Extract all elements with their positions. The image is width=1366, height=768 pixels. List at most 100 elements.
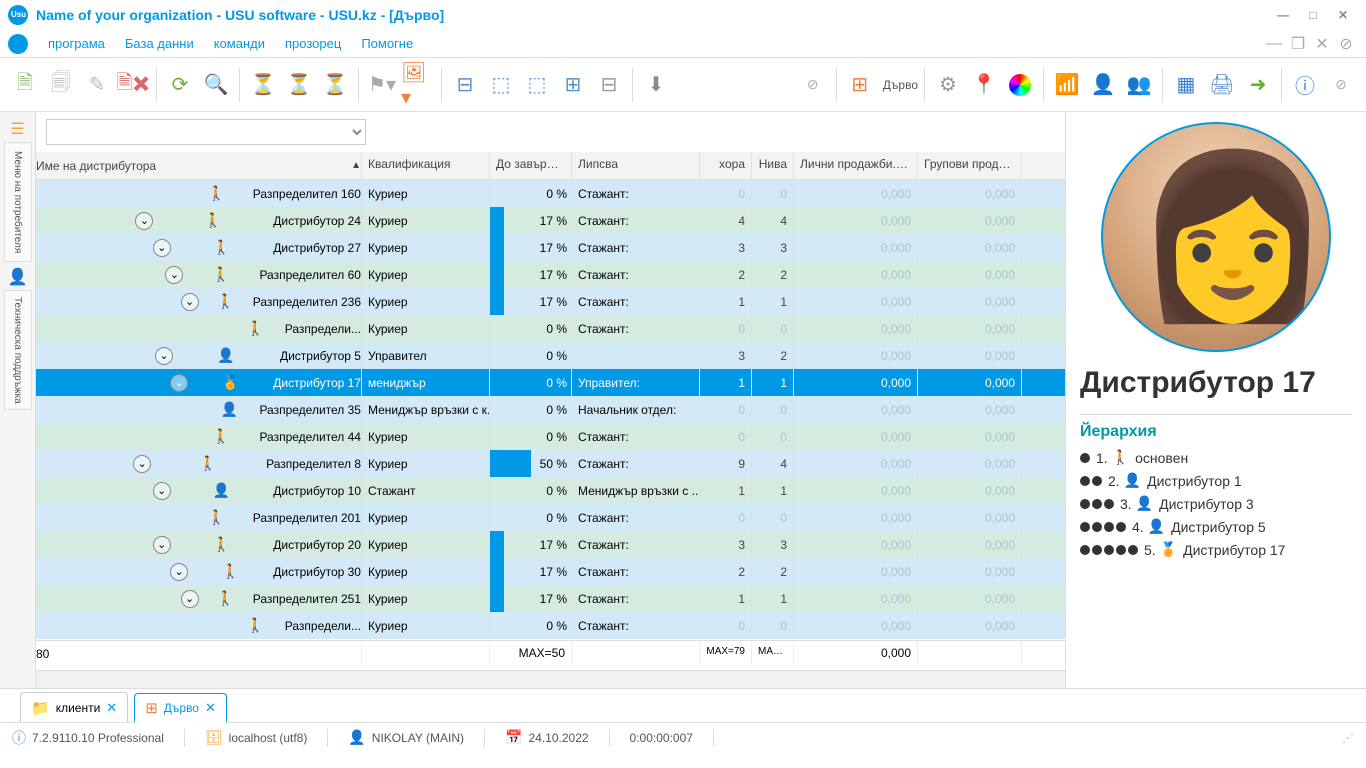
table-row[interactable]: ⌄🚶Разпределител 251Куриер17 %Стажант:110… [36,585,1065,612]
filter-icon[interactable]: ⏳ [246,66,280,104]
table-row[interactable]: ⌄🚶Разпределител 60Куриер17 %Стажант:220,… [36,261,1065,288]
status-grip-icon[interactable]: ⋰ [1342,731,1354,745]
row-missing: Стажант: [572,504,700,531]
menu-program[interactable]: програма [38,32,115,55]
side-menu-icon[interactable]: ☰ [7,118,29,140]
print-icon[interactable]: 🖨 [1205,66,1239,104]
col-distributor-name[interactable]: Име на дистрибутора▲ [36,152,362,179]
filter-dropdown[interactable] [46,119,366,145]
close-button[interactable]: ✕ [1328,5,1358,25]
table-row[interactable]: ⌄🚶Дистрибутор 27Куриер17 %Стажант:330,00… [36,234,1065,261]
table-row[interactable]: ⌄🚶Дистрибутор 24Куриер17 %Стажант:440,00… [36,207,1065,234]
side-tab-user-menu[interactable]: Меню на потребителя [4,142,32,262]
refresh-icon[interactable]: ⟳ [163,66,197,104]
table-row[interactable]: ⌄🚶Дистрибутор 30Куриер17 %Стажант:220,00… [36,558,1065,585]
mdi-close-button[interactable]: ✕ [1310,34,1334,54]
pin-icon[interactable]: ⊘ [796,66,830,104]
menu-commands[interactable]: команди [204,32,275,55]
expand-icon[interactable]: ⌄ [181,293,199,311]
mdi-overflow-button[interactable]: ⊘ [1334,34,1358,54]
ungroup-icon[interactable]: ⊟ [592,66,626,104]
table-row[interactable]: 👤Разпределител 35Мениджър връзки с к...0… [36,396,1065,423]
copy-doc-icon[interactable]: 🗐 [44,66,78,104]
flag-icon[interactable]: ⚑▾ [365,66,399,104]
table-row[interactable]: ⌄👤Дистрибутор 10Стажант0 %Мениджър връзк… [36,477,1065,504]
hierarchy-item[interactable]: 5.🏅Дистрибутор 17 [1080,541,1352,558]
expand-icon[interactable]: ⌄ [133,455,151,473]
hierarchy-item[interactable]: 1.🚶основен [1080,449,1352,466]
col-people[interactable]: хора [700,152,752,179]
table-row[interactable]: 🚶Разпредели...Куриер0 %Стажант:000,0000,… [36,315,1065,342]
table-row[interactable]: 🚶Разпределител 160Куриер0 %Стажант:000,0… [36,180,1065,207]
calendar-icon[interactable]: ▦ [1169,66,1203,104]
row-levels: 1 [752,369,794,396]
collapse-tree-icon[interactable]: ⬚ [520,66,554,104]
tab-tree-close[interactable]: ✕ [205,700,216,716]
calendar-status-icon: 📅 [505,729,522,746]
col-levels[interactable]: Нива [752,152,794,179]
location-icon[interactable]: 📍 [967,66,1001,104]
col-personal-sales[interactable]: Лични продажби. 1 м... [794,152,918,179]
expand-icon[interactable]: ⌄ [153,482,171,500]
row-people: 1 [700,288,752,315]
expand-tree-icon[interactable]: ⬚ [484,66,518,104]
export-icon[interactable]: ➜ [1241,66,1275,104]
table-row[interactable]: ⌄🚶Разпределител 236Куриер17 %Стажант:110… [36,288,1065,315]
expand-icon[interactable]: ⌄ [181,590,199,608]
table-row[interactable]: 🚶Разпределител 44Куриер0 %Стажант:000,00… [36,423,1065,450]
columns-icon[interactable]: ⊟ [448,66,482,104]
delete-doc-icon[interactable]: 🗎✖ [116,66,150,104]
col-group-sales[interactable]: Групови продажб... [918,152,1022,179]
filter-col-icon[interactable]: ⏳ [282,66,316,104]
new-doc-icon[interactable]: 🗎 [8,66,42,104]
import-icon[interactable]: ⬇ [639,66,673,104]
menu-database[interactable]: База данни [115,32,204,55]
info-icon[interactable]: ⓘ [1288,66,1322,104]
side-tab-support[interactable]: Техническа поддръжка [4,290,32,410]
gear-icon[interactable]: ⚙ [931,66,965,104]
table-row[interactable]: ⌄👤Дистрибутор 5Управител0 %320,0000,000 [36,342,1065,369]
h-scrollbar[interactable] [36,670,1065,688]
expand-icon[interactable]: ⌄ [135,212,153,230]
table-row[interactable]: ⌄🚶Дистрибутор 20Куриер17 %Стажант:330,00… [36,531,1065,558]
grid-body[interactable]: 🚶Разпределител 160Куриер0 %Стажант:000,0… [36,180,1065,640]
expand-icon[interactable]: ⌄ [170,563,188,581]
table-row[interactable]: ⌄🚶Разпределител 8Куриер50 %Стажант:940,0… [36,450,1065,477]
expand-icon[interactable]: ⌄ [153,536,171,554]
expand-icon[interactable]: ⌄ [153,239,171,257]
color-icon[interactable] [1003,66,1037,104]
expand-icon[interactable]: ⌄ [155,347,173,365]
image-icon[interactable]: 🖼▾ [401,66,435,104]
col-missing[interactable]: Липсва [572,152,700,179]
hierarchy-item[interactable]: 4.👤Дистрибутор 5 [1080,518,1352,535]
tab-clients-close[interactable]: ✕ [106,700,117,716]
side-support-icon[interactable]: 👤 [7,266,29,288]
edit-doc-icon[interactable]: ✎ [80,66,114,104]
overflow-icon[interactable]: ⊘ [1324,66,1358,104]
search-icon[interactable]: 🔍 [199,66,233,104]
mdi-restore-button[interactable]: ❐ [1286,34,1310,54]
row-sales1: 0,000 [794,207,918,234]
table-row[interactable]: 🚶Разпределител 201Куриер0 %Стажант:000,0… [36,504,1065,531]
group-icon[interactable]: ⊞ [556,66,590,104]
col-progress[interactable]: До завършва... [490,152,572,179]
hierarchy-item[interactable]: 2.👤Дистрибутор 1 [1080,472,1352,489]
tab-clients[interactable]: 📁 клиенти ✕ [20,692,128,722]
rss-icon[interactable]: 📶 [1050,66,1084,104]
tab-tree[interactable]: ⊞ Дърво ✕ [134,693,227,723]
menu-help[interactable]: Помогне [351,32,423,55]
mdi-minimize-button[interactable]: — [1262,34,1286,54]
maximize-button[interactable]: □ [1298,5,1328,25]
expand-icon[interactable]: ⌄ [170,374,188,392]
table-row[interactable]: 🚶Разпредели...Куриер0 %Стажант:000,0000,… [36,612,1065,639]
users-icon[interactable]: 👥 [1122,66,1156,104]
hierarchy-item[interactable]: 3.👤Дистрибутор 3 [1080,495,1352,512]
user-icon[interactable]: 👤 [1086,66,1120,104]
minimize-button[interactable]: — [1268,5,1298,25]
table-row[interactable]: ⌄🏅Дистрибутор 17мениджър0 %Управител:110… [36,369,1065,396]
col-qualification[interactable]: Квалификация [362,152,490,179]
menu-window[interactable]: прозорец [275,32,351,55]
filter-clear-icon[interactable]: ⏳ [318,66,352,104]
tree-view-icon[interactable]: ⊞ [843,66,877,104]
expand-icon[interactable]: ⌄ [165,266,183,284]
